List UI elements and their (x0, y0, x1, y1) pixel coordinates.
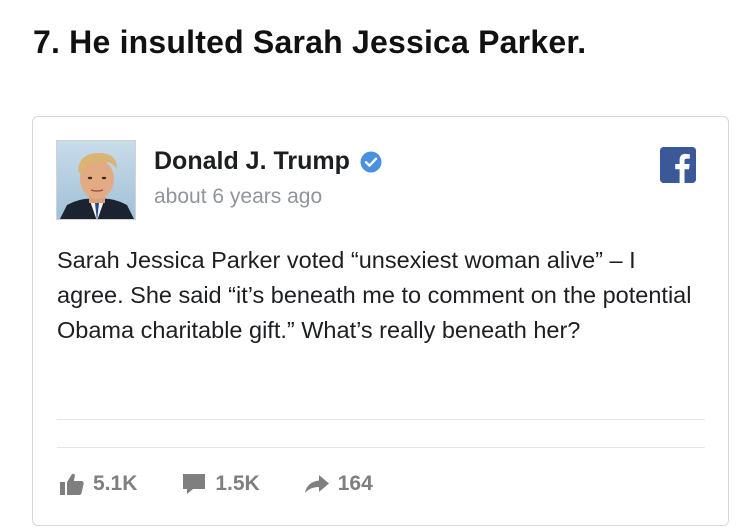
author-row: Donald J. Trump (154, 147, 382, 176)
post-timestamp[interactable]: about 6 years ago (154, 185, 322, 209)
divider (57, 447, 705, 448)
verified-badge-icon (360, 151, 382, 173)
like-stat[interactable]: 5.1K (59, 472, 137, 496)
comment-bubble-icon (183, 474, 206, 494)
thumbs-up-icon (60, 473, 84, 495)
share-count: 164 (337, 472, 373, 495)
comment-stat[interactable]: 1.5K (181, 472, 260, 496)
post-body-text: Sarah Jessica Parker voted “unsexiest wo… (57, 247, 692, 343)
share-arrow-icon (304, 475, 329, 493)
avatar[interactable] (56, 140, 136, 220)
like-count: 5.1K (93, 472, 138, 495)
facebook-post-card: Donald J. Trump about 6 years ago Sarah … (32, 116, 729, 526)
facebook-logo-icon[interactable] (660, 147, 696, 183)
comment-count: 1.5K (215, 472, 260, 495)
author-name[interactable]: Donald J. Trump (154, 147, 350, 176)
share-stat[interactable]: 164 (304, 472, 373, 496)
divider (57, 419, 705, 420)
engagement-stats: 5.1K 1.5K 164 (59, 472, 417, 496)
avatar-image (57, 141, 135, 219)
article-heading: 7. He insulted Sarah Jessica Parker. (33, 24, 587, 60)
